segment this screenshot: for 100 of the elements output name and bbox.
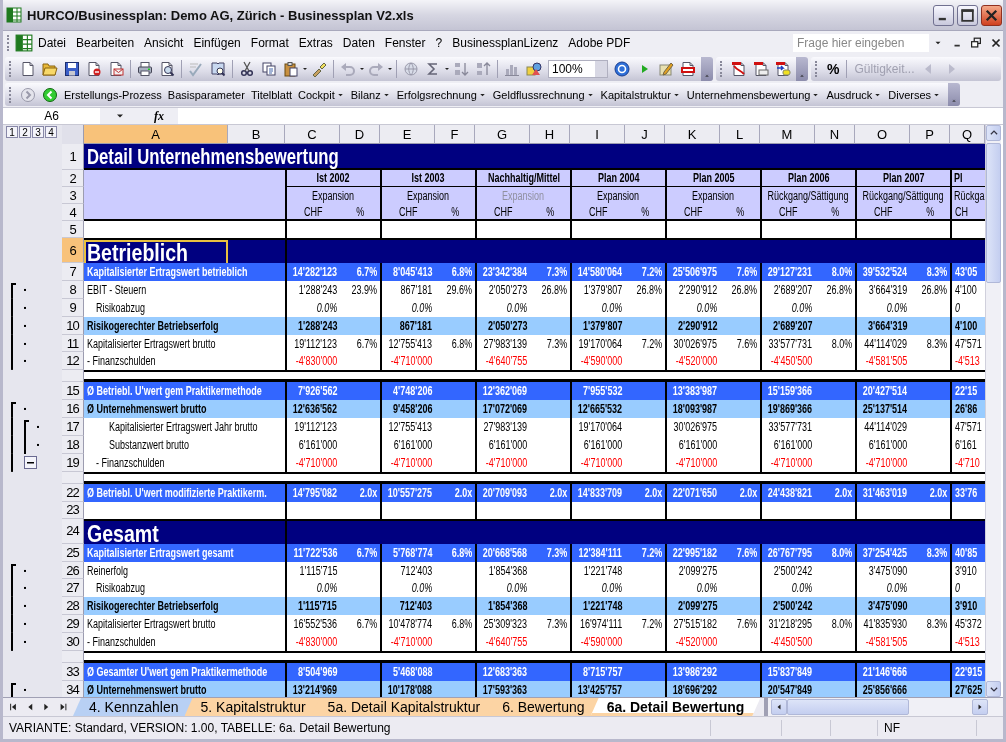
toolbar-menu-button[interactable]: Diverses xyxy=(885,88,945,101)
row-header[interactable]: 28 xyxy=(62,597,84,616)
mail-document-icon[interactable] xyxy=(108,60,124,77)
minimize-button[interactable] xyxy=(933,4,954,26)
menu-item[interactable]: Daten xyxy=(337,34,380,52)
close-button[interactable] xyxy=(981,4,1002,26)
row-header[interactable]: 3 xyxy=(62,187,84,204)
menu-item[interactable]: Adobe PDF xyxy=(563,34,636,52)
row-header[interactable]: 16 xyxy=(62,400,84,419)
menu-grip[interactable] xyxy=(7,35,12,51)
pdf-icon[interactable] xyxy=(775,60,791,77)
row-header[interactable]: 18 xyxy=(62,436,84,454)
menu-item[interactable]: BusinessplanLizenz xyxy=(447,34,564,52)
toolbar-menu-button[interactable]: Cockpit xyxy=(295,88,348,101)
research-icon[interactable] xyxy=(210,60,226,77)
toolbar-menu-button[interactable]: Geldflussrechnung xyxy=(489,88,598,101)
menu-item[interactable]: ? xyxy=(430,34,448,52)
restore-icon[interactable] xyxy=(969,35,983,51)
pdf-icon[interactable] xyxy=(753,60,769,77)
column-header[interactable]: I xyxy=(570,125,625,144)
print-preview-icon[interactable] xyxy=(159,60,175,77)
forward-icon[interactable] xyxy=(20,86,36,103)
row-header[interactable]: 29 xyxy=(62,615,84,634)
tab-split-handle[interactable] xyxy=(764,698,769,716)
column-header[interactable]: N xyxy=(815,125,855,144)
open-folder-icon[interactable] xyxy=(42,60,58,77)
toolbar-grip[interactable] xyxy=(9,86,13,103)
menu-item[interactable]: Datei xyxy=(33,34,71,52)
toolbar-menu-button[interactable]: Basisparameter xyxy=(164,88,248,101)
toolbar-grip[interactable] xyxy=(815,60,819,77)
cut-icon[interactable] xyxy=(239,60,255,77)
sort-ascending-icon[interactable] xyxy=(453,60,469,77)
scroll-right-button[interactable] xyxy=(972,699,988,715)
column-header[interactable]: Q xyxy=(950,125,985,144)
column-header[interactable]: P xyxy=(910,125,950,144)
row-header[interactable]: 4 xyxy=(62,204,84,221)
column-header[interactable]: F xyxy=(435,125,475,144)
pdf-icon[interactable] xyxy=(680,60,696,77)
column-header[interactable]: L xyxy=(720,125,760,144)
scroll-left-button[interactable] xyxy=(771,699,788,715)
row-header[interactable]: 2 xyxy=(62,170,84,187)
column-header[interactable]: B xyxy=(228,125,285,144)
column-header[interactable]: M xyxy=(760,125,815,144)
row-header[interactable]: 30 xyxy=(62,633,84,652)
menu-item[interactable]: Bearbeiten xyxy=(71,34,140,52)
back-icon[interactable] xyxy=(42,86,58,103)
column-header[interactable]: O xyxy=(855,125,910,144)
sheet-tab[interactable]: 6a. Detail Bewertung xyxy=(590,698,761,716)
row-header[interactable]: 33 xyxy=(62,663,84,681)
toolbar-menu-button[interactable]: Ausdruck xyxy=(823,88,886,101)
column-header[interactable]: H xyxy=(530,125,570,144)
new-document-icon[interactable] xyxy=(20,60,36,77)
drawing-icon[interactable] xyxy=(526,60,542,77)
menu-item[interactable]: Fenster xyxy=(379,34,431,52)
sheet-tab[interactable]: 4. Kennzahlen xyxy=(73,698,195,716)
save-icon[interactable] xyxy=(64,60,80,77)
first-sheet-icon[interactable] xyxy=(8,701,19,713)
maximize-button[interactable] xyxy=(957,4,978,26)
toolbar-menu-button[interactable]: Erfolgsrechnung xyxy=(393,88,490,101)
sheet-tab[interactable]: 6. Bewertung xyxy=(486,698,601,716)
outline-level-button[interactable]: 4 xyxy=(45,126,57,138)
outline-level-button[interactable]: 3 xyxy=(32,126,44,138)
row-header[interactable]: 27 xyxy=(62,579,84,598)
paste-icon[interactable] xyxy=(283,60,299,77)
active-cell[interactable]: Betrieblich xyxy=(84,240,228,267)
outline-level-button[interactable]: 2 xyxy=(19,126,31,138)
row-header[interactable]: 24 xyxy=(62,518,84,544)
menu-item[interactable]: Ansicht xyxy=(139,34,189,52)
help-search-field[interactable]: Frage hier eingeben xyxy=(793,34,929,52)
scrollbar-thumb[interactable] xyxy=(986,143,1001,283)
menu-item[interactable]: Format xyxy=(245,34,294,52)
sort-descending-icon[interactable] xyxy=(475,60,491,77)
sheet-tab[interactable]: 5. Kapitalstruktur xyxy=(184,698,322,716)
zoom-field[interactable]: 100% xyxy=(548,59,608,78)
column-header[interactable]: C xyxy=(285,125,340,144)
row-header[interactable]: 15 xyxy=(62,382,84,401)
row-header[interactable]: 5 xyxy=(62,221,84,238)
print-icon[interactable] xyxy=(137,60,153,77)
toolbar-grip[interactable] xyxy=(720,60,724,77)
percent-style-button[interactable]: % xyxy=(823,60,844,77)
toolbar-menu-button[interactable]: Bilanz xyxy=(347,88,394,101)
column-header[interactable]: D xyxy=(340,125,380,144)
row-header[interactable]: 7 xyxy=(62,263,84,281)
copy-icon[interactable] xyxy=(261,60,277,77)
toolbar-menu-button[interactable]: Kapitalstruktur xyxy=(597,88,684,101)
scroll-down-button[interactable] xyxy=(986,681,1001,697)
document-icon[interactable] xyxy=(15,34,33,52)
outline-level-button[interactable]: 1 xyxy=(6,126,18,138)
scroll-up-button[interactable] xyxy=(986,125,1001,141)
row-header[interactable]: 17 xyxy=(62,418,84,436)
column-header[interactable]: A xyxy=(84,125,228,144)
toolbar-menu-button[interactable]: Erstellungs-Prozess xyxy=(61,88,165,101)
column-header[interactable]: G xyxy=(475,125,530,144)
help-icon[interactable] xyxy=(614,60,630,77)
scrollbar-thumb[interactable] xyxy=(787,699,910,715)
permission-icon[interactable] xyxy=(86,60,102,77)
toolbar-menu-button[interactable]: Unternehmensbewertung xyxy=(683,88,824,101)
toolbar-grip[interactable] xyxy=(9,60,13,77)
edit-icon[interactable] xyxy=(658,60,674,77)
row-header[interactable]: 1 xyxy=(62,144,84,170)
